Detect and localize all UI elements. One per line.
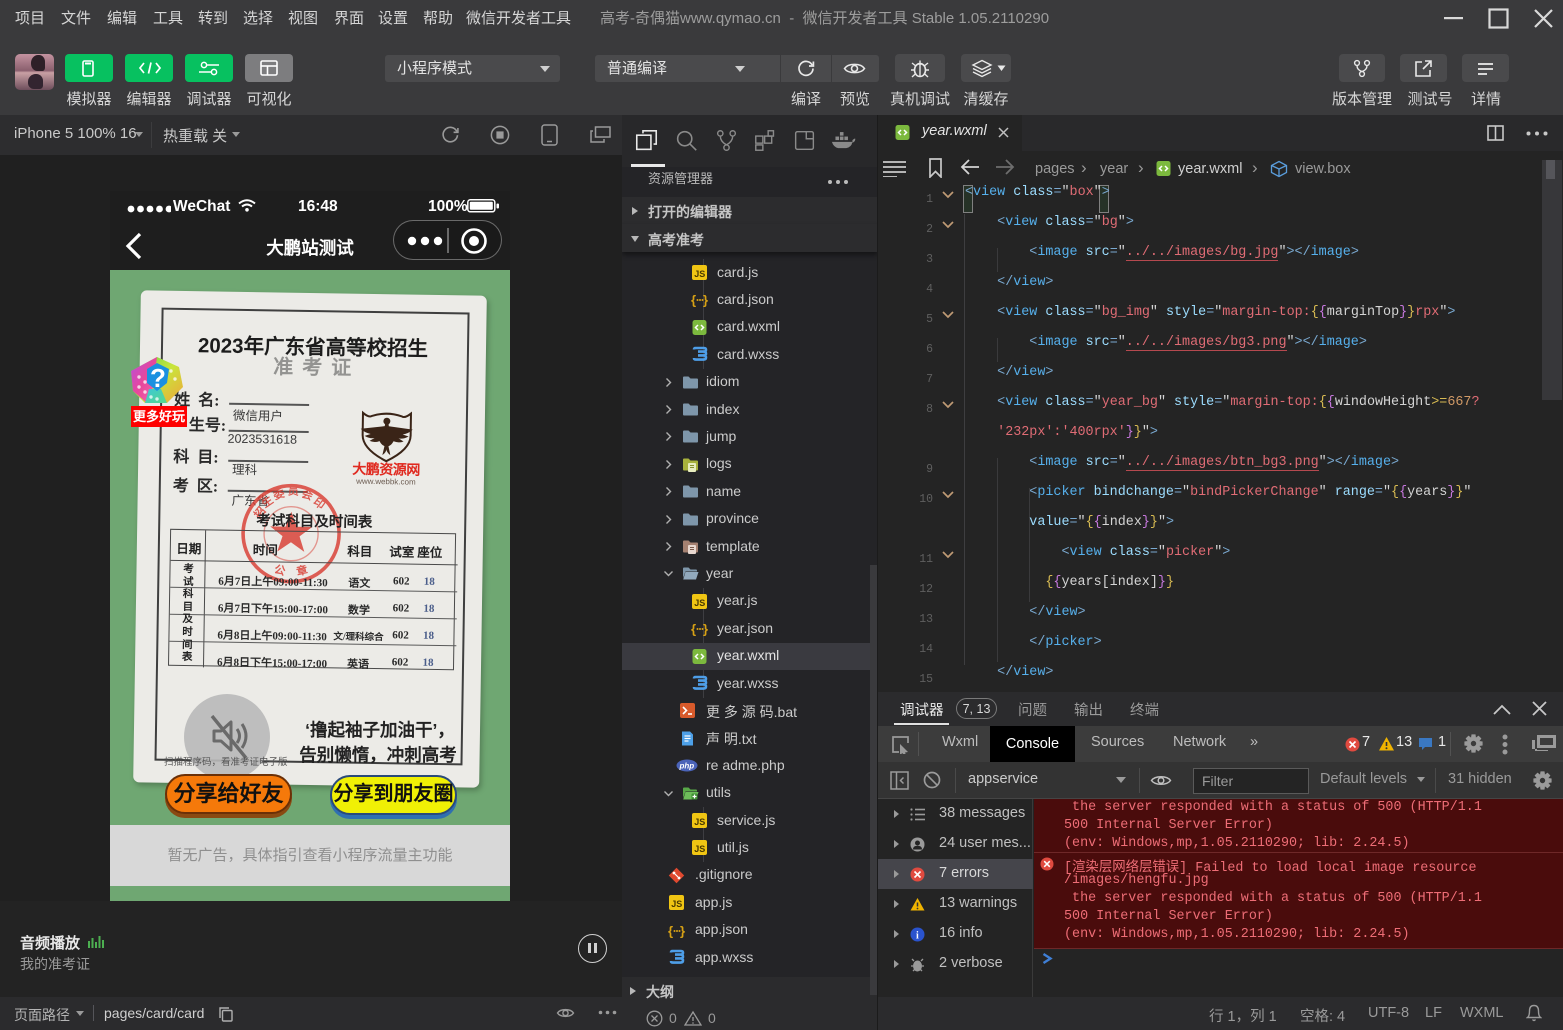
svg-text:?: ? <box>150 363 166 393</box>
svg-text:i: i <box>916 930 919 941</box>
svg-text:员: 员 <box>288 485 299 498</box>
